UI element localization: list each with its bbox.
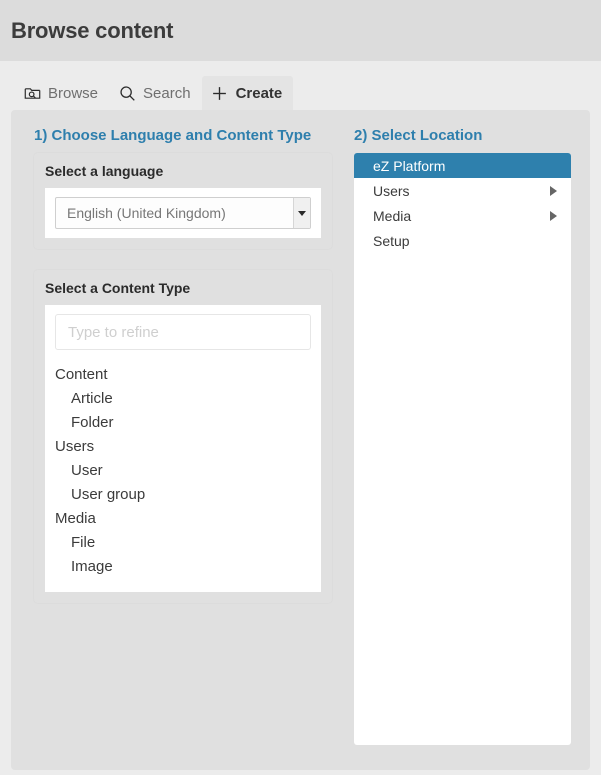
location-row-users[interactable]: Users	[354, 178, 571, 203]
language-panel: Select a language English (United Kingdo…	[34, 153, 332, 249]
choose-language-and-content-type-column: 1) Choose Language and Content Type Sele…	[34, 127, 332, 603]
tab-create-label: Create	[236, 85, 283, 102]
tab-browse-label: Browse	[48, 85, 98, 102]
content-type-list: Content Article Folder Users User User g…	[55, 363, 311, 583]
language-select[interactable]: English (United Kingdom)	[55, 197, 311, 229]
location-row-media[interactable]: Media	[354, 203, 571, 228]
page-title: Browse content	[11, 18, 173, 44]
location-row-ez-platform[interactable]: eZ Platform	[354, 153, 571, 178]
tab-create[interactable]: Create	[202, 76, 294, 110]
location-label-users: Users	[373, 183, 410, 199]
plus-icon	[211, 84, 229, 102]
language-panel-label: Select a language	[45, 163, 321, 179]
location-label-media: Media	[373, 208, 411, 224]
location-label-ez-platform: eZ Platform	[373, 158, 445, 174]
tab-search-label: Search	[143, 85, 191, 102]
browse-content-container: 1) Choose Language and Content Type Sele…	[11, 110, 590, 770]
tab-strip: Browse Search Create	[0, 61, 601, 110]
content-type-group-users: Users	[55, 435, 311, 459]
step-1-heading: 1) Choose Language and Content Type	[34, 127, 332, 144]
content-type-item-article[interactable]: Article	[55, 387, 311, 411]
folder-search-icon	[23, 84, 41, 102]
chevron-right-icon[interactable]	[550, 186, 557, 196]
content-type-panel-label: Select a Content Type	[45, 280, 321, 296]
content-type-group-media: Media	[55, 507, 311, 531]
location-row-setup[interactable]: Setup	[354, 228, 571, 253]
select-location-column: 2) Select Location eZ Platform Users Med…	[354, 127, 571, 745]
step-2-heading: 2) Select Location	[354, 127, 571, 144]
location-tree: eZ Platform Users Media Setup	[354, 153, 571, 745]
language-panel-body: English (United Kingdom)	[45, 188, 321, 238]
search-icon	[118, 84, 136, 102]
content-type-item-file[interactable]: File	[55, 531, 311, 555]
language-select-wrap: English (United Kingdom)	[55, 197, 311, 229]
content-type-refine-input[interactable]	[55, 314, 311, 350]
content-type-item-image[interactable]: Image	[55, 555, 311, 579]
title-bar: Browse content	[0, 0, 601, 61]
tab-browse[interactable]: Browse	[14, 76, 109, 110]
content-type-item-user-group[interactable]: User group	[55, 483, 311, 507]
chevron-right-icon[interactable]	[550, 211, 557, 221]
content-type-panel-body: Content Article Folder Users User User g…	[45, 305, 321, 592]
content-type-panel: Select a Content Type Content Article Fo…	[34, 270, 332, 603]
location-label-setup: Setup	[373, 233, 410, 249]
tab-search[interactable]: Search	[109, 76, 202, 110]
content-type-item-user[interactable]: User	[55, 459, 311, 483]
content-type-item-folder[interactable]: Folder	[55, 411, 311, 435]
content-type-group-content: Content	[55, 363, 311, 387]
